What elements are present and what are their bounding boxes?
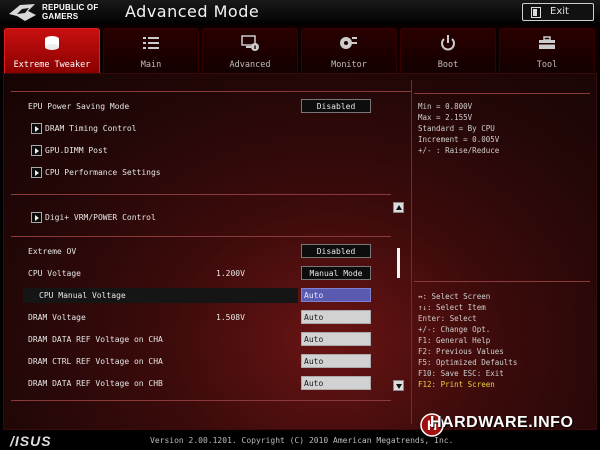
info-max: Max = 2.155V	[418, 113, 473, 122]
dram-data-chb-input[interactable]: Auto	[301, 376, 371, 390]
tab-label: Main	[140, 60, 162, 70]
info-raise-reduce: +/- : Raise/Reduce	[418, 146, 500, 155]
setting-dram-data-ref-cha[interactable]: DRAM DATA REF Voltage on CHA Auto	[11, 332, 391, 350]
help-select-screen: ↔: Select Screen	[418, 292, 491, 301]
epu-value-box[interactable]: Disabled	[301, 99, 371, 113]
divider	[11, 194, 391, 195]
setting-extreme-ov[interactable]: Extreme OV Disabled	[11, 244, 391, 262]
tab-label: Extreme Tweaker	[13, 60, 91, 70]
monitor-icon	[340, 37, 357, 49]
exit-label: Exit	[550, 6, 569, 17]
submenu-arrow-icon	[31, 167, 42, 178]
rog-line1: REPUBLIC OF	[42, 3, 99, 12]
setting-cpu-manual-voltage[interactable]: CPU Manual Voltage Auto	[11, 288, 391, 306]
exit-door-icon	[531, 7, 541, 18]
tab-label: Advanced	[229, 60, 271, 70]
cpu-voltage-mode-box[interactable]: Manual Mode	[301, 266, 371, 280]
info-min: Min = 0.800V	[418, 102, 473, 111]
submenu-arrow-icon	[31, 123, 42, 134]
tab-monitor[interactable]: Monitor	[301, 28, 397, 73]
setting-label: Extreme OV	[28, 247, 77, 256]
tweaker-icon	[45, 36, 59, 50]
help-f5: F5: Optimized Defaults	[418, 358, 518, 367]
scrollbar-thumb[interactable]	[397, 248, 400, 278]
version-text: Version 2.00.1201. Copyright (C) 2010 Am…	[150, 436, 454, 445]
page-title: Advanced Mode	[125, 2, 260, 21]
scroll-up-button[interactable]	[393, 202, 404, 213]
setting-label: DRAM CTRL REF Voltage on CHA	[28, 357, 163, 366]
extreme-ov-value-box[interactable]: Disabled	[301, 244, 371, 258]
info-increment: Increment = 0.005V	[418, 135, 500, 144]
scroll-down-button[interactable]	[393, 380, 404, 391]
rog-eye-logo	[9, 4, 36, 21]
asus-logo: /ISUS	[10, 433, 52, 449]
submenu-dram-timing[interactable]: DRAM Timing Control	[11, 121, 391, 139]
info-panel: Min = 0.800V Max = 2.155V Standard = By …	[414, 80, 592, 424]
top-bar: REPUBLIC OF GAMERS Advanced Mode Exit	[0, 0, 600, 25]
setting-dram-data-ref-chb[interactable]: DRAM DATA REF Voltage on CHB Auto	[11, 376, 391, 394]
setting-label: DRAM DATA REF Voltage on CHA	[28, 335, 163, 344]
help-f10: F10: Save ESC: Exit	[418, 369, 504, 378]
submenu-arrow-icon	[31, 145, 42, 156]
setting-label: DRAM DATA REF Voltage on CHB	[28, 379, 163, 388]
tab-main[interactable]: Main	[103, 28, 199, 73]
setting-dram-ctrl-ref-cha[interactable]: DRAM CTRL REF Voltage on CHA Auto	[11, 354, 391, 372]
info-standard: Standard = By CPU	[418, 124, 495, 133]
tab-label: Tool	[536, 60, 558, 70]
submenu-label: GPU.DIMM Post	[45, 146, 108, 155]
settings-panel: EPU Power Saving Mode Disabled DRAM Timi…	[11, 80, 412, 424]
cpu-voltage-reading: 1.200V	[216, 269, 245, 278]
submenu-label: CPU Performance Settings	[45, 168, 161, 177]
help-f12: F12: Print Screen	[418, 380, 495, 389]
tab-bar: Extreme Tweaker Main Advanced Monitor Bo…	[0, 25, 600, 73]
setting-label: CPU Voltage	[28, 269, 81, 278]
help-select-item: ↑↓: Select Item	[418, 303, 486, 312]
divider	[11, 400, 391, 401]
help-enter: Enter: Select	[418, 314, 477, 323]
submenu-digi-vrm[interactable]: Digi+ VRM/POWER Control	[11, 210, 391, 228]
help-change-option: +/-: Change Opt.	[418, 325, 491, 334]
setting-cpu-voltage[interactable]: CPU Voltage 1.200V Manual Mode	[11, 266, 391, 284]
rog-wordmark: REPUBLIC OF GAMERS	[42, 3, 98, 21]
advanced-icon	[241, 35, 259, 51]
power-icon	[441, 35, 455, 51]
watermark-text: HARDWARE.INFO	[430, 414, 574, 431]
tab-label: Monitor	[331, 60, 367, 70]
tab-label: Boot	[437, 60, 459, 70]
submenu-cpu-performance[interactable]: CPU Performance Settings	[11, 165, 391, 183]
setting-label: CPU Manual Voltage	[39, 291, 126, 300]
help-f1: F1: General Help	[418, 336, 491, 345]
tool-icon	[539, 36, 555, 49]
content-area: EPU Power Saving Mode Disabled DRAM Timi…	[3, 73, 597, 430]
cpu-manual-voltage-input[interactable]: Auto	[301, 288, 371, 302]
dram-voltage-input[interactable]: Auto	[301, 310, 371, 324]
tab-boot[interactable]: Boot	[400, 28, 496, 73]
setting-dram-voltage[interactable]: DRAM Voltage 1.508V Auto	[11, 310, 391, 328]
submenu-label: DRAM Timing Control	[45, 124, 137, 133]
setting-label: EPU Power Saving Mode	[28, 102, 130, 111]
rog-line2: GAMERS	[42, 12, 79, 21]
submenu-label: Digi+ VRM/POWER Control	[45, 213, 156, 222]
dram-voltage-reading: 1.508V	[216, 313, 245, 322]
tab-extreme-tweaker[interactable]: Extreme Tweaker	[4, 28, 100, 73]
submenu-gpu-dimm-post[interactable]: GPU.DIMM Post	[11, 143, 391, 161]
dram-ctrl-cha-input[interactable]: Auto	[301, 354, 371, 368]
help-f2: F2: Previous Values	[418, 347, 504, 356]
submenu-arrow-icon	[31, 212, 42, 223]
setting-epu-power-saving[interactable]: EPU Power Saving Mode Disabled	[11, 99, 391, 117]
tab-tool[interactable]: Tool	[499, 28, 595, 73]
list-icon	[143, 37, 159, 49]
exit-button[interactable]: Exit	[522, 3, 594, 21]
divider	[414, 281, 590, 282]
divider	[11, 91, 411, 92]
setting-label: DRAM Voltage	[28, 313, 86, 322]
dram-data-cha-input[interactable]: Auto	[301, 332, 371, 346]
divider	[414, 93, 590, 94]
divider	[11, 236, 391, 237]
tab-advanced[interactable]: Advanced	[202, 28, 298, 73]
